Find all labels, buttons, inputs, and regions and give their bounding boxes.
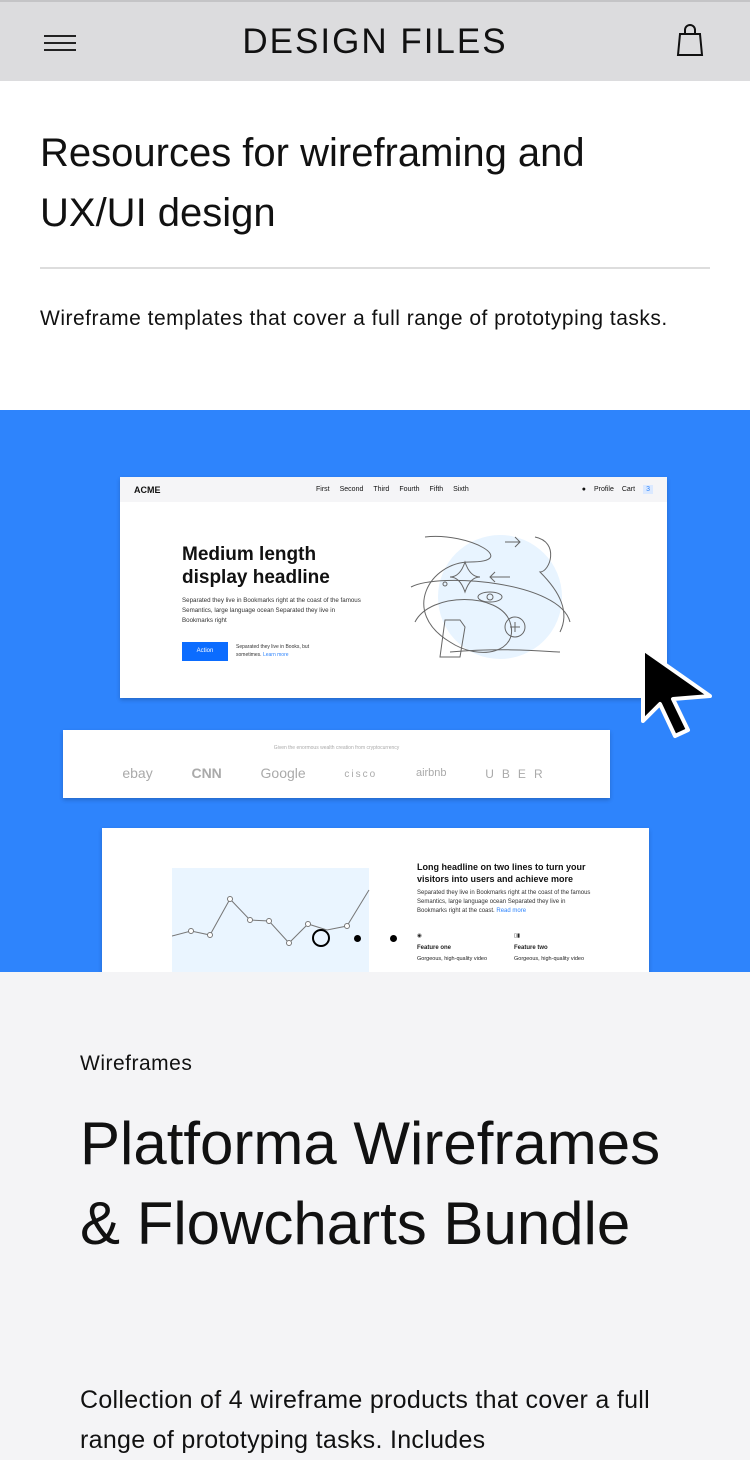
mock-learn-more: Learn more [262, 651, 289, 658]
feature-icon: ◉ [417, 933, 422, 939]
feature-title: Feature two [514, 945, 548, 951]
mock-nav-link: Third [373, 486, 390, 493]
logo-uber: UBER [485, 767, 551, 781]
mock-profile: Profile [594, 486, 614, 493]
mock-action-button: Action [182, 642, 228, 661]
logo-cnn: CNN [191, 765, 222, 781]
intro-section: Resources for wireframing and UX/UI desi… [0, 81, 750, 410]
cursor-arrow-icon [641, 647, 712, 738]
logo-airbnb: airbnb [415, 767, 447, 779]
hero-mockup: ACME First Second Third Fourth Fifth Six… [120, 477, 667, 698]
shopping-bag-icon[interactable] [674, 22, 706, 58]
feature-two: ▯▮ Feature two Gorgeous, high-quality vide… [514, 933, 584, 962]
product-title[interactable]: Platforma Wireframes & Flowcharts Bundle [80, 1104, 700, 1264]
preview-image: ACME First Second Third Fourth Fifth Six… [0, 410, 750, 972]
line-illustration [410, 535, 571, 659]
feature-headline: Long headline on two lines to turn your … [417, 862, 586, 884]
feature-text: Separated they live in Bookmarks right a… [417, 889, 597, 916]
product-category[interactable]: Wireframes [80, 1052, 192, 1076]
divider [40, 267, 710, 269]
logo-ebay: ebay [122, 765, 153, 781]
mock-logo: ACME [134, 484, 161, 495]
mock-nav-link: First [316, 486, 330, 493]
line-chart-illustration [172, 868, 370, 972]
mock-text: Separated they live in Bookmarks right a… [182, 597, 361, 624]
feature-desc: Gorgeous, high-quality video [514, 956, 585, 962]
logo-cisco: cisco [344, 769, 378, 780]
logo-strip-mockup: Given the enormous wealth creation from … [63, 730, 610, 798]
intro-description: Wireframe templates that cover a full ra… [40, 307, 668, 330]
mock-subtext: Separated they live in Books, but someti… [236, 644, 326, 659]
device-icon: ▯▮ [514, 933, 521, 939]
feature-mockup: Long headline on two lines to turn your … [102, 828, 649, 972]
mock-nav-link: Fourth [399, 486, 420, 493]
logo-caption: Given the enormous wealth creation from … [273, 745, 400, 751]
page-title: Resources for wireframing and UX/UI desi… [40, 131, 585, 235]
dot [354, 935, 361, 942]
mock-cart: Cart [621, 486, 636, 493]
dot [390, 935, 397, 942]
mock-nav-link: Sixth [453, 486, 469, 493]
mock-nav-link: Second [339, 486, 364, 493]
site-title[interactable]: DESIGN FILES [0, 22, 750, 62]
logo-google: Google [260, 765, 306, 781]
feature-desc: Gorgeous, high-quality video [417, 956, 488, 962]
product-description: Collection of 4 wireframe products that … [80, 1386, 651, 1454]
mock-nav: ACME First Second Third Fourth Fifth Six… [120, 477, 667, 502]
feature-title: Feature one [417, 945, 452, 951]
user-icon: ● [581, 486, 587, 493]
read-more-link: Read more [496, 908, 527, 914]
top-bar: DESIGN FILES [0, 0, 750, 81]
mock-cart-count: 3 [643, 485, 653, 494]
mock-nav-link: Fifth [429, 486, 444, 493]
feature-one: ◉ Feature one Gorgeous, high-quality video [417, 933, 487, 962]
mock-headline: Medium length display headline [182, 544, 330, 588]
